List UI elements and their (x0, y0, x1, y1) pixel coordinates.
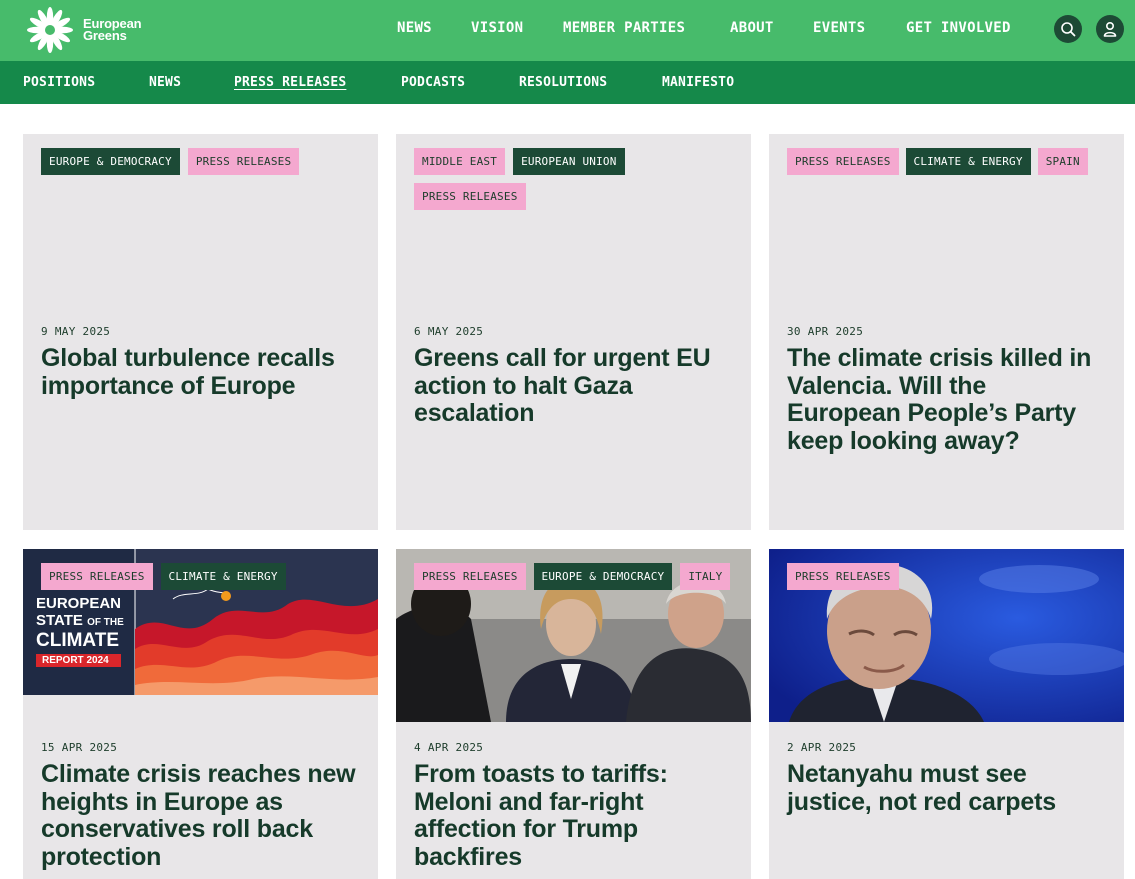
article-card[interactable]: PRESS RELEASES EUROPE & DEMOCRACY ITALY … (396, 549, 751, 879)
tag-press-releases[interactable]: PRESS RELEASES (414, 563, 526, 590)
report-badge: REPORT 2024 (36, 654, 121, 667)
report-line-1: EUROPEAN (36, 595, 122, 612)
article-date: 9 MAY 2025 (41, 325, 111, 338)
article-title[interactable]: Global turbulence recalls importance of … (41, 344, 358, 400)
search-icon (1061, 22, 1076, 37)
sub-nav-news[interactable]: NEWS (149, 75, 181, 90)
article-date: 2 APR 2025 (787, 741, 857, 754)
report-line-2b: OF THE (87, 617, 124, 628)
account-button[interactable] (1096, 15, 1124, 43)
sub-nav-podcasts[interactable]: PODCASTS (401, 75, 465, 90)
tag-climate-energy[interactable]: CLIMATE & ENERGY (160, 563, 286, 590)
report-line-2: STATE OF THE (36, 612, 124, 631)
tag-climate-energy[interactable]: CLIMATE & ENERGY (905, 148, 1031, 175)
main-nav: NEWS VISION MEMBER PARTIES ABOUT EVENTS … (0, 0, 1135, 61)
search-button[interactable] (1054, 15, 1082, 43)
article-card[interactable]: PRESS RELEASES CLIMATE & ENERGY SPAIN 30… (769, 134, 1124, 530)
tag-press-releases[interactable]: PRESS RELEASES (187, 148, 300, 175)
main-nav-about[interactable]: ABOUT (730, 20, 774, 36)
main-nav-get-involved[interactable]: GET INVOLVED (906, 20, 1011, 36)
article-card[interactable]: MIDDLE EAST EUROPEAN UNION PRESS RELEASE… (396, 134, 751, 530)
tag-list: EUROPE & DEMOCRACY PRESS RELEASES (41, 148, 364, 175)
main-nav-events[interactable]: EVENTS (813, 20, 865, 36)
user-icon (1103, 21, 1117, 37)
article-date: 4 APR 2025 (414, 741, 484, 754)
article-card[interactable]: EUROPEAN STATE OF THE CLIMATE REPORT 202… (23, 549, 378, 879)
tag-europe-democracy[interactable]: EUROPE & DEMOCRACY (41, 148, 180, 175)
section-sub-nav: POSITIONS NEWS PRESS RELEASES PODCASTS R… (0, 61, 1135, 104)
tag-list: PRESS RELEASES CLIMATE & ENERGY (41, 563, 364, 590)
main-nav-vision[interactable]: VISION (471, 20, 523, 36)
article-title[interactable]: Climate crisis reaches new heights in Eu… (41, 760, 358, 871)
article-title[interactable]: Greens call for urgent EU action to halt… (414, 344, 731, 428)
article-date: 6 MAY 2025 (414, 325, 484, 338)
sub-nav-positions[interactable]: POSITIONS (23, 75, 95, 90)
report-line-3: CLIMATE (36, 630, 120, 651)
article-title[interactable]: The climate crisis killed in Valencia. W… (787, 344, 1104, 455)
tag-italy[interactable]: ITALY (680, 563, 731, 590)
article-card[interactable]: PRESS RELEASES 2 APR 2025 Netanyahu must… (769, 549, 1124, 879)
article-date: 15 APR 2025 (41, 741, 118, 754)
tag-list: MIDDLE EAST EUROPEAN UNION PRESS RELEASE… (414, 148, 641, 210)
tag-spain[interactable]: SPAIN (1037, 148, 1088, 175)
report-line-2a: STATE (36, 612, 83, 629)
main-nav-member-parties[interactable]: MEMBER PARTIES (563, 20, 685, 36)
report-cover-text: EUROPEAN STATE OF THE CLIMATE REPORT 202… (36, 595, 124, 667)
main-nav-news[interactable]: NEWS (397, 20, 432, 36)
tag-list: PRESS RELEASES (787, 563, 1110, 590)
tag-press-releases[interactable]: PRESS RELEASES (787, 563, 899, 590)
tag-press-releases[interactable]: PRESS RELEASES (414, 183, 526, 210)
sub-nav-press-releases[interactable]: PRESS RELEASES (234, 75, 346, 90)
article-card[interactable]: EUROPE & DEMOCRACY PRESS RELEASES 9 MAY … (23, 134, 378, 530)
article-title[interactable]: From toasts to tariffs: Meloni and far-r… (414, 760, 731, 871)
sub-nav-resolutions[interactable]: RESOLUTIONS (519, 75, 607, 90)
tag-list: PRESS RELEASES EUROPE & DEMOCRACY ITALY (414, 563, 747, 590)
tag-list: PRESS RELEASES CLIMATE & ENERGY SPAIN (787, 148, 1116, 175)
tag-european-union[interactable]: EUROPEAN UNION (513, 148, 625, 175)
tag-press-releases[interactable]: PRESS RELEASES (41, 563, 153, 590)
tag-europe-democracy[interactable]: EUROPE & DEMOCRACY (533, 563, 673, 590)
sub-nav-manifesto[interactable]: MANIFESTO (662, 75, 734, 90)
tag-middle-east[interactable]: MIDDLE EAST (414, 148, 506, 175)
article-title[interactable]: Netanyahu must see justice, not red carp… (787, 760, 1104, 816)
tag-press-releases[interactable]: PRESS RELEASES (787, 148, 899, 175)
top-navigation-bar: European Greens NEWS VISION MEMBER PARTI… (0, 0, 1135, 61)
article-date: 30 APR 2025 (787, 325, 864, 338)
